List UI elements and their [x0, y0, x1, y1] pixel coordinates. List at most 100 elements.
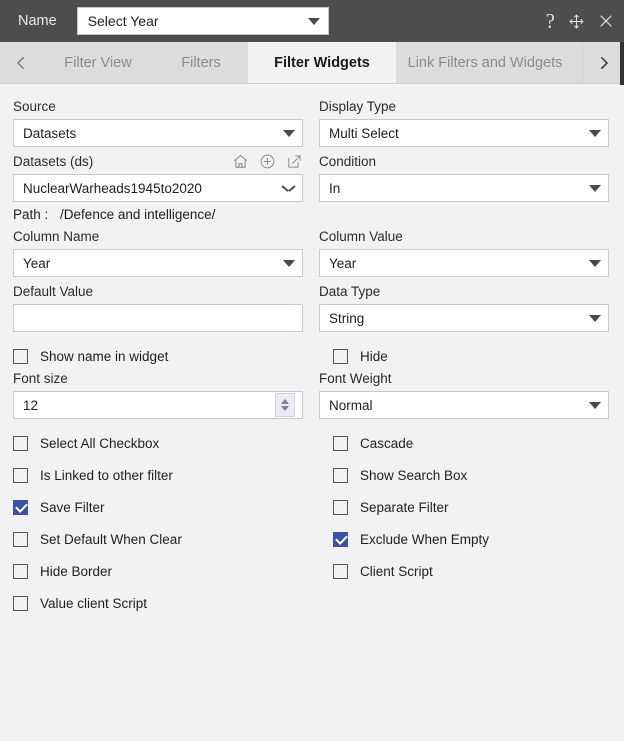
checkbox-box[interactable]: [13, 500, 28, 515]
row-datasets-condition: Datasets (ds) NuclearWarheads1945to2020 …: [13, 147, 611, 222]
home-icon[interactable]: [232, 153, 249, 170]
column-name-value: Year: [23, 255, 51, 271]
column-name-select[interactable]: Year: [13, 249, 303, 277]
condition-label-row: Condition: [319, 153, 609, 170]
checkbox-is-linked-to-other-filter[interactable]: Is Linked to other filter: [13, 468, 303, 483]
condition-select[interactable]: In: [319, 174, 609, 202]
field-group-source: Source Datasets: [13, 92, 303, 147]
checkbox-box[interactable]: [13, 564, 28, 579]
tab-label: Filter View: [64, 54, 132, 71]
datasets-value: NuclearWarheads1945to2020: [23, 180, 202, 196]
move-arrows-icon[interactable]: [568, 13, 585, 30]
checkbox-label: Save Filter: [40, 500, 105, 515]
checkbox-exclude-when-empty[interactable]: Exclude When Empty: [319, 532, 609, 547]
tab-label: Filters: [181, 54, 221, 71]
tab-label: Link Filters and Widgets: [407, 54, 563, 71]
row-checkbox-5: Set Default When Clear Exclude When Empt…: [13, 532, 611, 547]
checkbox-box[interactable]: [13, 532, 28, 547]
tab-filter-widgets[interactable]: Filter Widgets: [248, 42, 396, 83]
checkbox-save-filter[interactable]: Save Filter: [13, 500, 303, 515]
tab-filter-view[interactable]: Filter View: [42, 42, 154, 83]
field-group-condition: Condition In: [319, 147, 609, 222]
right-edge-strip: [620, 42, 624, 85]
display-type-select[interactable]: Multi Select: [319, 119, 609, 147]
checkbox-box[interactable]: [333, 436, 348, 451]
data-type-value: String: [329, 310, 365, 326]
tab-filters[interactable]: Filters: [154, 42, 248, 83]
checkbox-label: Set Default When Clear: [40, 532, 182, 547]
source-value: Datasets: [23, 125, 77, 141]
checkbox-box[interactable]: [13, 468, 28, 483]
stepper-arrows-icon[interactable]: [275, 393, 295, 417]
checkbox-box[interactable]: [333, 564, 348, 579]
tab-bar-spacer: [574, 42, 582, 83]
row-checkbox-6: Hide Border Client Script: [13, 564, 611, 579]
field-group-default-value: Default Value: [13, 277, 303, 332]
filter-widget-dialog: Name Select Year ? Filter View Filters F…: [0, 0, 624, 741]
checkbox-hide[interactable]: Hide: [319, 349, 609, 364]
checkbox-box[interactable]: [13, 596, 28, 611]
chevron-down-icon: [283, 259, 295, 267]
row-column-name-value: Column Name Year Column Value Year: [13, 222, 611, 277]
font-weight-value: Normal: [329, 397, 373, 413]
chevron-down-icon: [589, 314, 601, 322]
checkbox-cascade[interactable]: Cascade: [319, 436, 609, 451]
checkbox-show-name-in-widget[interactable]: Show name in widget: [13, 349, 303, 364]
question-mark-icon[interactable]: ?: [546, 10, 555, 32]
dataset-path: Path : /Defence and intelligence/: [13, 207, 303, 222]
row-font: Font size 12 Font Weight Normal: [13, 364, 611, 419]
edit-icon[interactable]: [286, 153, 303, 170]
row-default-datatype: Default Value Data Type String: [13, 277, 611, 332]
checkbox-box[interactable]: [333, 349, 348, 364]
field-group-display-type: Display Type Multi Select: [319, 92, 609, 147]
checkbox-label: Is Linked to other filter: [40, 468, 173, 483]
field-group-data-type: Data Type String: [319, 277, 609, 332]
row-checkbox-3: Is Linked to other filter Show Search Bo…: [13, 468, 611, 483]
default-value-label: Default Value: [13, 284, 94, 299]
checkbox-box[interactable]: [13, 436, 28, 451]
datasets-label: Datasets (ds): [13, 154, 94, 169]
font-size-stepper[interactable]: 12: [13, 391, 303, 419]
tab-link-filters-and-widgets[interactable]: Link Filters and Widgets: [396, 42, 574, 83]
checkbox-box[interactable]: [333, 468, 348, 483]
condition-label: Condition: [319, 154, 377, 169]
dialog-titlebar: Name Select Year ?: [0, 0, 624, 42]
tabs-scroll-right-button[interactable]: [582, 42, 624, 83]
checkbox-hide-border[interactable]: Hide Border: [13, 564, 303, 579]
checkbox-box[interactable]: [13, 349, 28, 364]
font-size-value: 12: [23, 397, 39, 413]
datasets-select[interactable]: NuclearWarheads1945to2020: [13, 174, 303, 202]
field-group-font-size: Font size 12: [13, 364, 303, 419]
checkbox-box[interactable]: [333, 532, 348, 547]
stepper-up-icon[interactable]: [281, 399, 289, 404]
chevron-down-icon: [307, 17, 320, 25]
widget-name-select[interactable]: Select Year: [76, 7, 329, 35]
checkbox-separate-filter[interactable]: Separate Filter: [319, 500, 609, 515]
name-label: Name: [18, 13, 57, 29]
close-icon[interactable]: [598, 13, 614, 29]
checkbox-value-client-script[interactable]: Value client Script: [13, 596, 303, 611]
source-select[interactable]: Datasets: [13, 119, 303, 147]
plus-circle-icon[interactable]: [259, 153, 276, 170]
row-checkbox-1: Show name in widget Hide: [13, 349, 611, 364]
chevron-down-icon: [282, 184, 295, 192]
default-value-input[interactable]: [13, 304, 303, 332]
data-type-select[interactable]: String: [319, 304, 609, 332]
checkbox-label: Select All Checkbox: [40, 436, 160, 451]
row-source-displaytype: Source Datasets Display Type Multi Selec…: [13, 92, 611, 147]
column-value-select[interactable]: Year: [319, 249, 609, 277]
checkbox-label: Show name in widget: [40, 349, 169, 364]
tabs-scroll-left-button[interactable]: [0, 42, 42, 83]
stepper-down-icon[interactable]: [281, 406, 289, 411]
font-size-label: Font size: [13, 371, 68, 386]
column-name-label: Column Name: [13, 229, 100, 244]
font-weight-select[interactable]: Normal: [319, 391, 609, 419]
font-weight-label: Font Weight: [319, 371, 392, 386]
checkbox-show-search-box[interactable]: Show Search Box: [319, 468, 609, 483]
checkbox-select-all-checkbox[interactable]: Select All Checkbox: [13, 436, 303, 451]
checkbox-client-script[interactable]: Client Script: [319, 564, 609, 579]
checkbox-set-default-when-clear[interactable]: Set Default When Clear: [13, 532, 303, 547]
field-group-column-value: Column Value Year: [319, 222, 609, 277]
checkbox-box[interactable]: [333, 500, 348, 515]
field-group-font-weight: Font Weight Normal: [319, 364, 609, 419]
